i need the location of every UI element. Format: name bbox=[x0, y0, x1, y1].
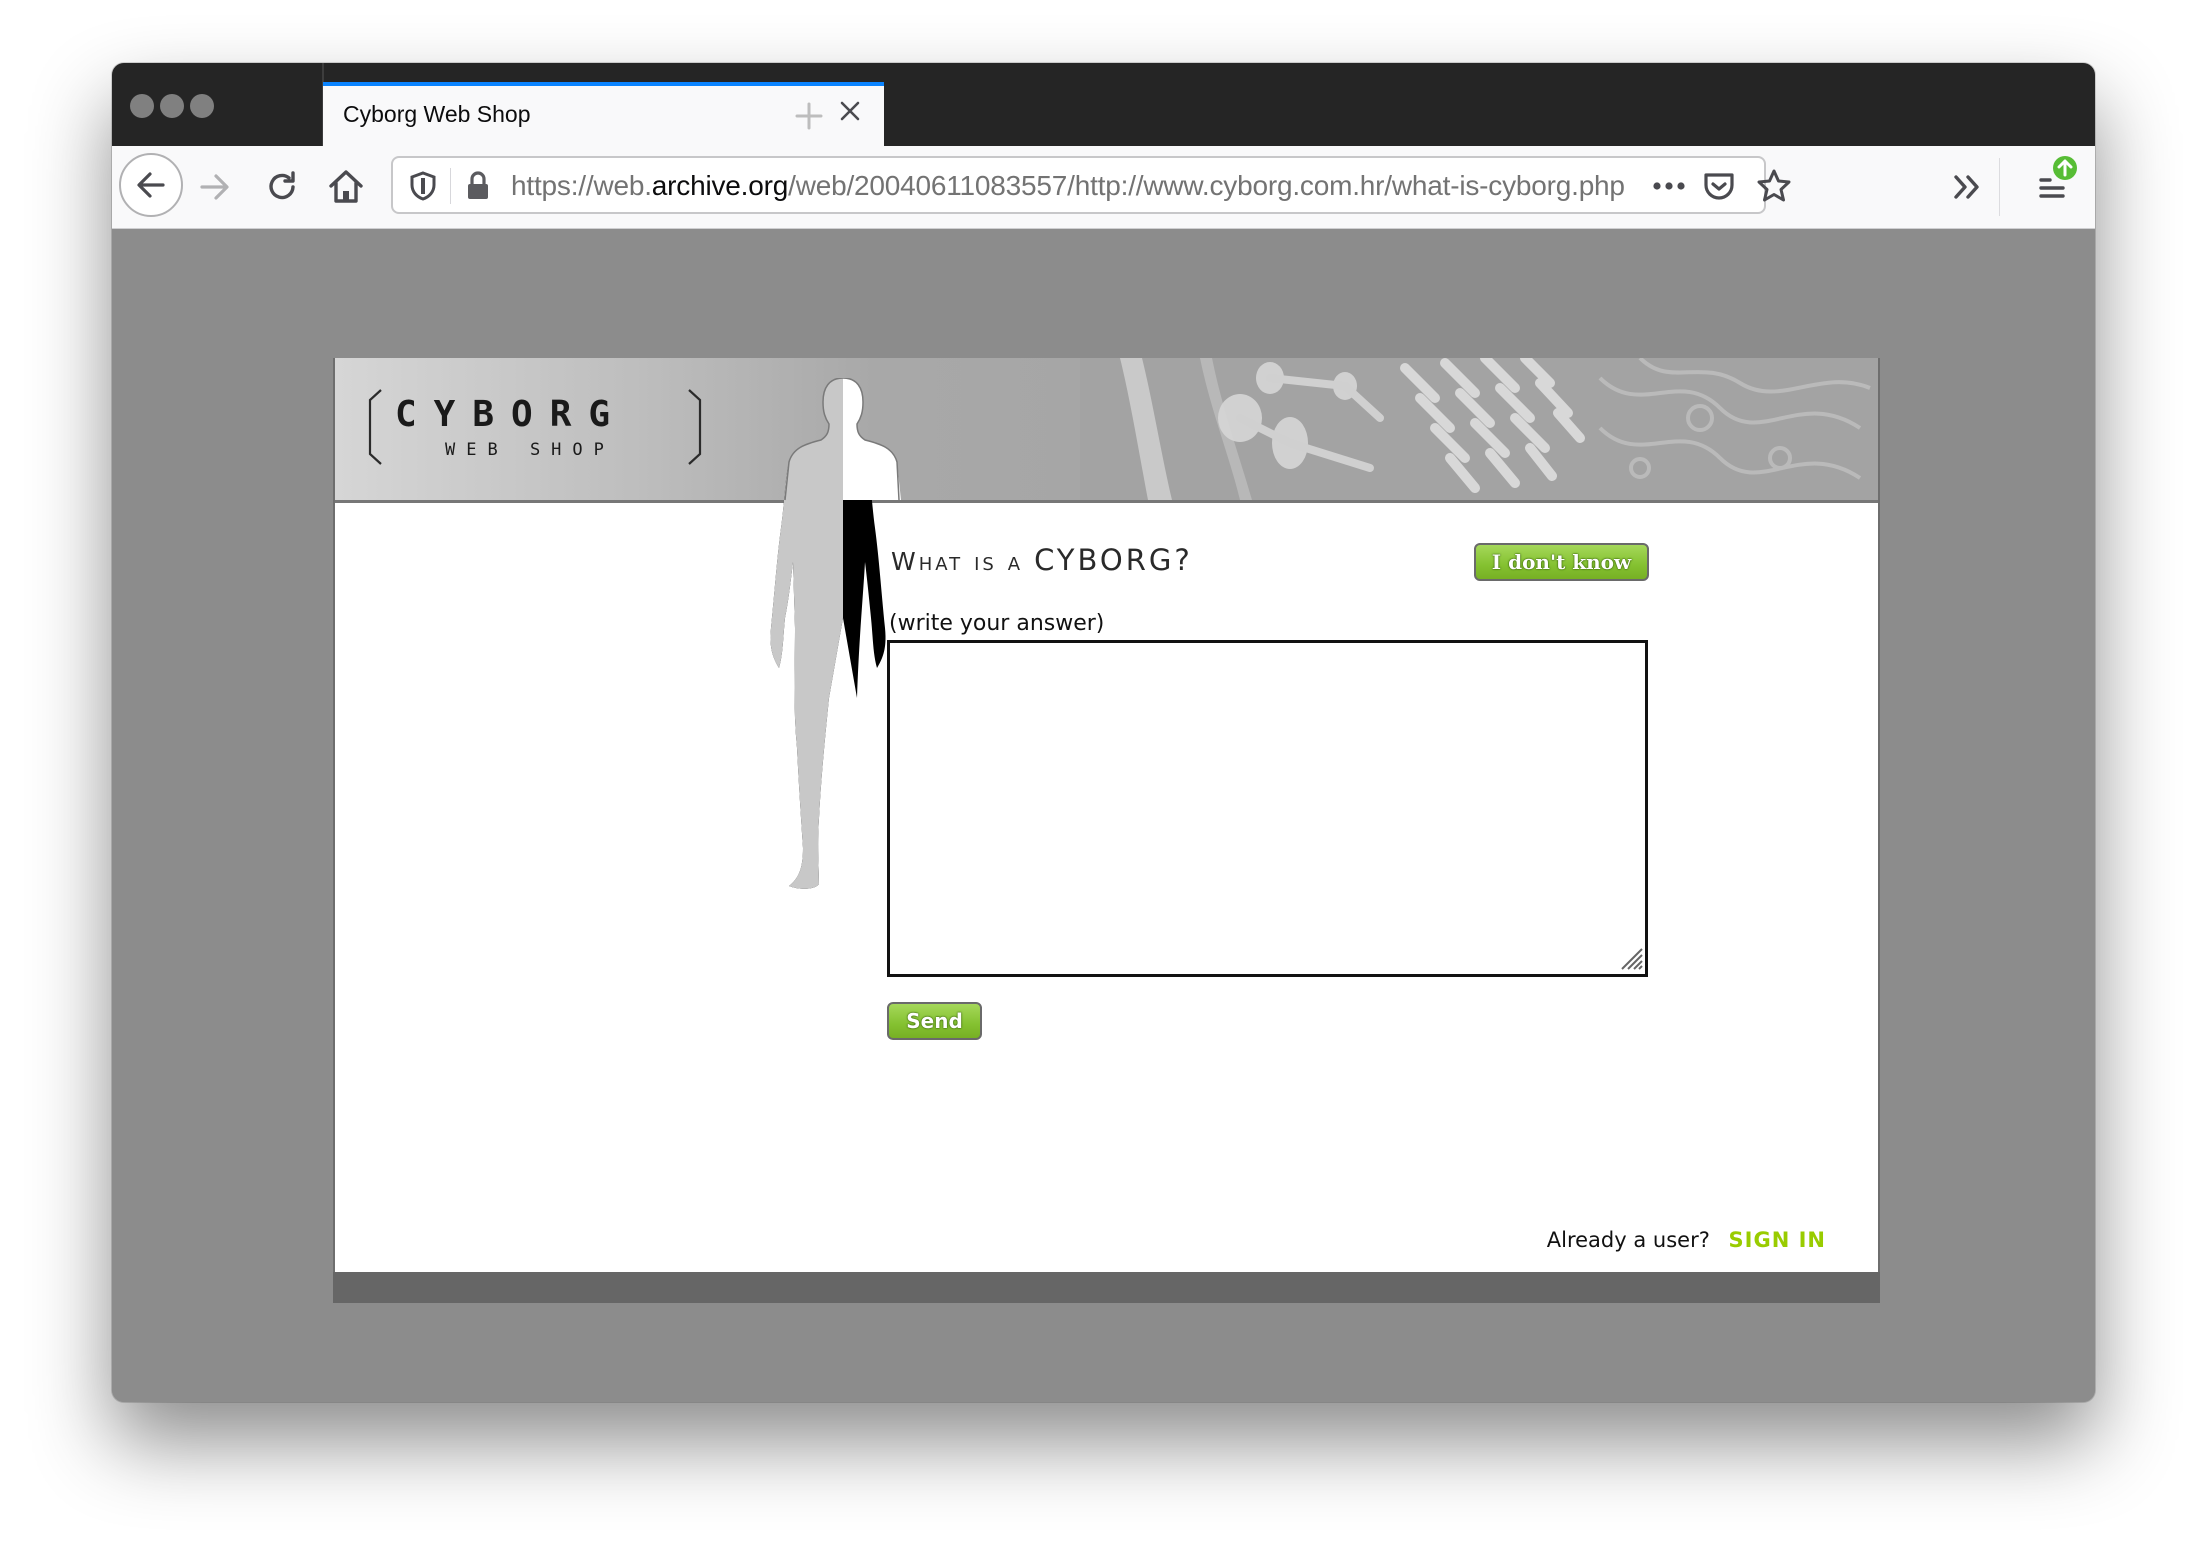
arrow-up-badge-icon bbox=[2053, 156, 2077, 180]
close-icon[interactable] bbox=[835, 96, 865, 126]
plus-icon[interactable] bbox=[792, 99, 826, 133]
star-icon[interactable] bbox=[1756, 168, 1792, 204]
home-button[interactable] bbox=[322, 163, 370, 211]
app-menu-button[interactable] bbox=[2028, 156, 2077, 211]
home-icon bbox=[329, 170, 363, 203]
page-viewport: CYBORG WEB SHOP What is a CYBORG? I don'… bbox=[112, 229, 2095, 1402]
lock-icon[interactable] bbox=[464, 170, 492, 202]
url-prefix: https://web. bbox=[511, 170, 652, 201]
answer-textarea[interactable] bbox=[887, 640, 1648, 977]
question-highlight: CYBORG? bbox=[1034, 543, 1193, 577]
logo-subtitle: WEB SHOP bbox=[445, 440, 615, 460]
circuit-art-image bbox=[1080, 358, 1878, 500]
logo-title: CYBORG bbox=[395, 394, 628, 435]
url-bar-separator bbox=[450, 168, 451, 204]
resize-grip-icon[interactable] bbox=[1616, 943, 1644, 971]
window-close-dot[interactable] bbox=[130, 94, 154, 118]
tab-bar: Cyborg Web Shop bbox=[112, 63, 2095, 146]
window-minimize-dot[interactable] bbox=[160, 94, 184, 118]
logo-bracket-left bbox=[368, 389, 382, 465]
question-prefix: What is a bbox=[891, 547, 1035, 576]
logo-bracket-right bbox=[688, 389, 702, 465]
arrow-left-icon bbox=[137, 172, 165, 198]
pocket-icon[interactable] bbox=[1702, 170, 1736, 204]
more-horizontal-icon[interactable] bbox=[1651, 174, 1687, 198]
tracking-protection-shield-icon[interactable] bbox=[409, 170, 437, 202]
site-logo[interactable]: CYBORG WEB SHOP bbox=[367, 388, 707, 468]
send-button[interactable]: Send bbox=[887, 1002, 982, 1040]
url-text[interactable]: https://web.archive.org/web/200406110835… bbox=[511, 170, 1625, 202]
active-tab-indicator bbox=[323, 82, 884, 86]
url-host: archive.org bbox=[651, 170, 789, 201]
page-footer-bar bbox=[333, 1272, 1880, 1303]
back-button[interactable] bbox=[119, 153, 183, 217]
reload-icon bbox=[269, 171, 295, 200]
url-bar[interactable]: https://web.archive.org/web/200406110835… bbox=[391, 156, 1791, 214]
nav-toolbar: https://web.archive.org/web/200406110835… bbox=[112, 146, 2095, 229]
site-header: CYBORG WEB SHOP bbox=[335, 358, 1878, 503]
page-panel: CYBORG WEB SHOP What is a CYBORG? I don'… bbox=[333, 358, 1880, 1303]
answer-label: (write your answer) bbox=[889, 611, 1105, 636]
question-heading: What is a CYBORG? bbox=[891, 543, 1193, 577]
browser-window: Cyborg Web Shop https://web.archive.org/… bbox=[112, 63, 2095, 1402]
dont-know-button[interactable]: I don't know bbox=[1474, 543, 1649, 581]
overflow-button[interactable] bbox=[1944, 163, 1992, 211]
forward-button[interactable] bbox=[192, 163, 240, 211]
reload-button[interactable] bbox=[259, 163, 307, 211]
signin-row: Already a user? SIGN IN bbox=[1547, 1228, 1826, 1252]
toolbar-separator bbox=[1999, 158, 2000, 216]
signin-link[interactable]: SIGN IN bbox=[1729, 1228, 1826, 1252]
window-zoom-dot[interactable] bbox=[190, 94, 214, 118]
chevron-double-right-icon bbox=[1954, 175, 1979, 199]
tab-title: Cyborg Web Shop bbox=[343, 101, 531, 127]
url-path: /web/20040611083557/http://www.cyborg.co… bbox=[788, 170, 1625, 201]
arrow-right-icon bbox=[200, 174, 229, 200]
signin-prompt: Already a user? bbox=[1546, 1228, 1710, 1252]
